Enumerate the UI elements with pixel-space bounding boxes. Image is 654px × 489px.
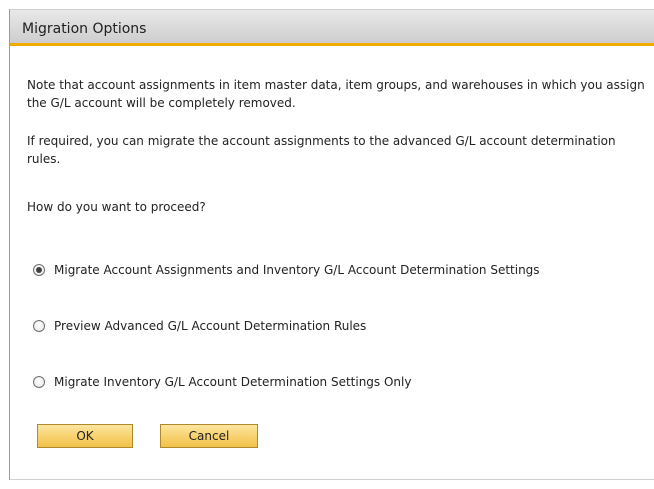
info-text: If required, you can migrate the account… <box>27 134 616 166</box>
note-text: Note that account assignments in item ma… <box>27 78 645 110</box>
radio-unselected-icon[interactable] <box>33 320 45 332</box>
option-preview-rules[interactable]: Preview Advanced G/L Account Determinati… <box>33 316 366 336</box>
option-label: Migrate Inventory G/L Account Determinat… <box>54 375 412 389</box>
radio-selected-icon[interactable] <box>33 264 45 276</box>
migration-options-dialog: Migration Options Note that account assi… <box>9 9 654 480</box>
option-migrate-inventory-only[interactable]: Migrate Inventory G/L Account Determinat… <box>33 372 411 392</box>
question-text: How do you want to proceed? <box>27 200 206 214</box>
titlebar-accent-line <box>10 43 654 46</box>
radio-unselected-icon[interactable] <box>33 376 45 388</box>
cancel-button[interactable]: Cancel <box>160 424 258 448</box>
ok-button[interactable]: OK <box>37 424 133 448</box>
dialog-title: Migration Options <box>22 21 147 37</box>
option-label: Preview Advanced G/L Account Determinati… <box>54 319 367 333</box>
option-migrate-all[interactable]: Migrate Account Assignments and Inventor… <box>33 260 540 280</box>
option-label: Migrate Account Assignments and Inventor… <box>54 263 540 277</box>
dialog-titlebar: Migration Options <box>10 10 654 46</box>
